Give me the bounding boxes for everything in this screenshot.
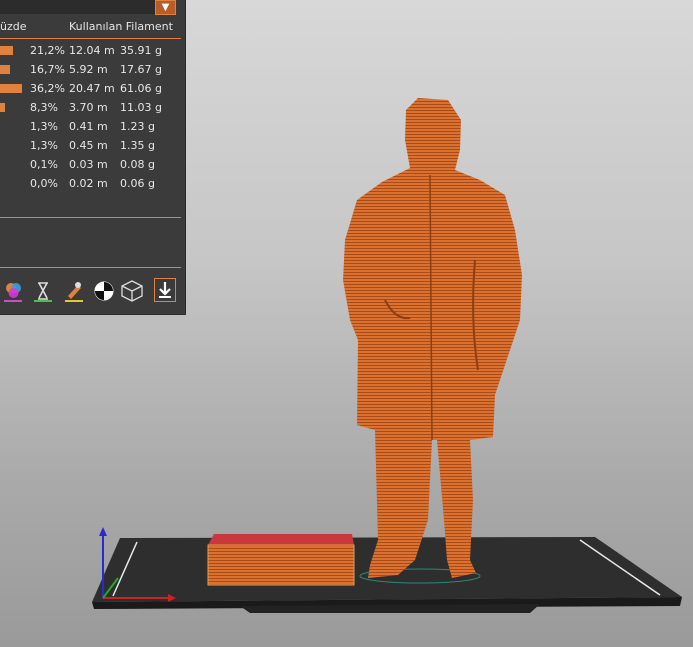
- table-row: 16,7% 5.92 m 17.67 g: [0, 60, 185, 78]
- tool-change-icon[interactable]: [63, 279, 85, 303]
- export-gcode-icon[interactable]: [154, 278, 176, 302]
- table-row: 21,2% 12.04 m 35.91 g: [0, 41, 185, 59]
- center-of-mass-icon[interactable]: [93, 279, 115, 303]
- weight-cell: 17.67 g: [120, 63, 162, 76]
- combo-dropdown-button[interactable]: ▼: [155, 0, 176, 15]
- table-row: 1,3% 0.41 m 1.23 g: [0, 117, 185, 135]
- percent-cell: 0,0%: [30, 177, 58, 190]
- table-row: 1,3% 0.45 m 1.35 g: [0, 136, 185, 154]
- weight-cell: 61.06 g: [120, 82, 162, 95]
- table-row: 0,1% 0.03 m 0.08 g: [0, 155, 185, 173]
- percent-cell: 16,7%: [30, 63, 65, 76]
- weight-cell: 0.06 g: [120, 177, 155, 190]
- divider: [0, 217, 181, 218]
- length-cell: 20.47 m: [69, 82, 115, 95]
- length-cell: 5.92 m: [69, 63, 108, 76]
- length-cell: 0.03 m: [69, 158, 108, 171]
- length-cell: 3.70 m: [69, 101, 108, 114]
- percent-cell: 36,2%: [30, 82, 65, 95]
- color-swatch: [0, 46, 13, 55]
- statue-model: [343, 98, 522, 578]
- table-row: 0,0% 0.02 m 0.06 g: [0, 174, 185, 192]
- header-divider: [0, 38, 181, 39]
- color-swatch: [0, 65, 10, 74]
- print-time-icon[interactable]: [32, 279, 54, 303]
- filament-usage-panel: ▼ üzde Kullanılan Filament 21,2% 12.04 m 3…: [0, 0, 186, 315]
- color-scheme-icon[interactable]: [2, 279, 24, 303]
- percent-cell: 1,3%: [30, 120, 58, 133]
- prime-tower: [207, 534, 355, 586]
- color-swatch: [0, 103, 5, 112]
- percent-cell: 21,2%: [30, 44, 65, 57]
- length-cell: 0.45 m: [69, 139, 108, 152]
- table-row: 8,3% 3.70 m 11.03 g: [0, 98, 185, 116]
- weight-cell: 35.91 g: [120, 44, 162, 57]
- panel-combo-field[interactable]: [0, 0, 155, 14]
- table-row: 36,2% 20.47 m 61.06 g: [0, 79, 185, 97]
- length-cell: 0.41 m: [69, 120, 108, 133]
- wireframe-icon[interactable]: [120, 279, 144, 303]
- view-toolbar: [0, 276, 185, 306]
- percent-cell: 0,1%: [30, 158, 58, 171]
- percent-cell: 8,3%: [30, 101, 58, 114]
- percent-column-header: üzde: [0, 20, 27, 33]
- divider: [0, 267, 181, 268]
- length-cell: 12.04 m: [69, 44, 115, 57]
- percent-cell: 1,3%: [30, 139, 58, 152]
- weight-cell: 1.35 g: [120, 139, 155, 152]
- weight-cell: 11.03 g: [120, 101, 162, 114]
- used-filament-column-header: Kullanılan Filament: [69, 20, 173, 33]
- weight-cell: 1.23 g: [120, 120, 155, 133]
- weight-cell: 0.08 g: [120, 158, 155, 171]
- length-cell: 0.02 m: [69, 177, 108, 190]
- color-swatch: [0, 84, 22, 93]
